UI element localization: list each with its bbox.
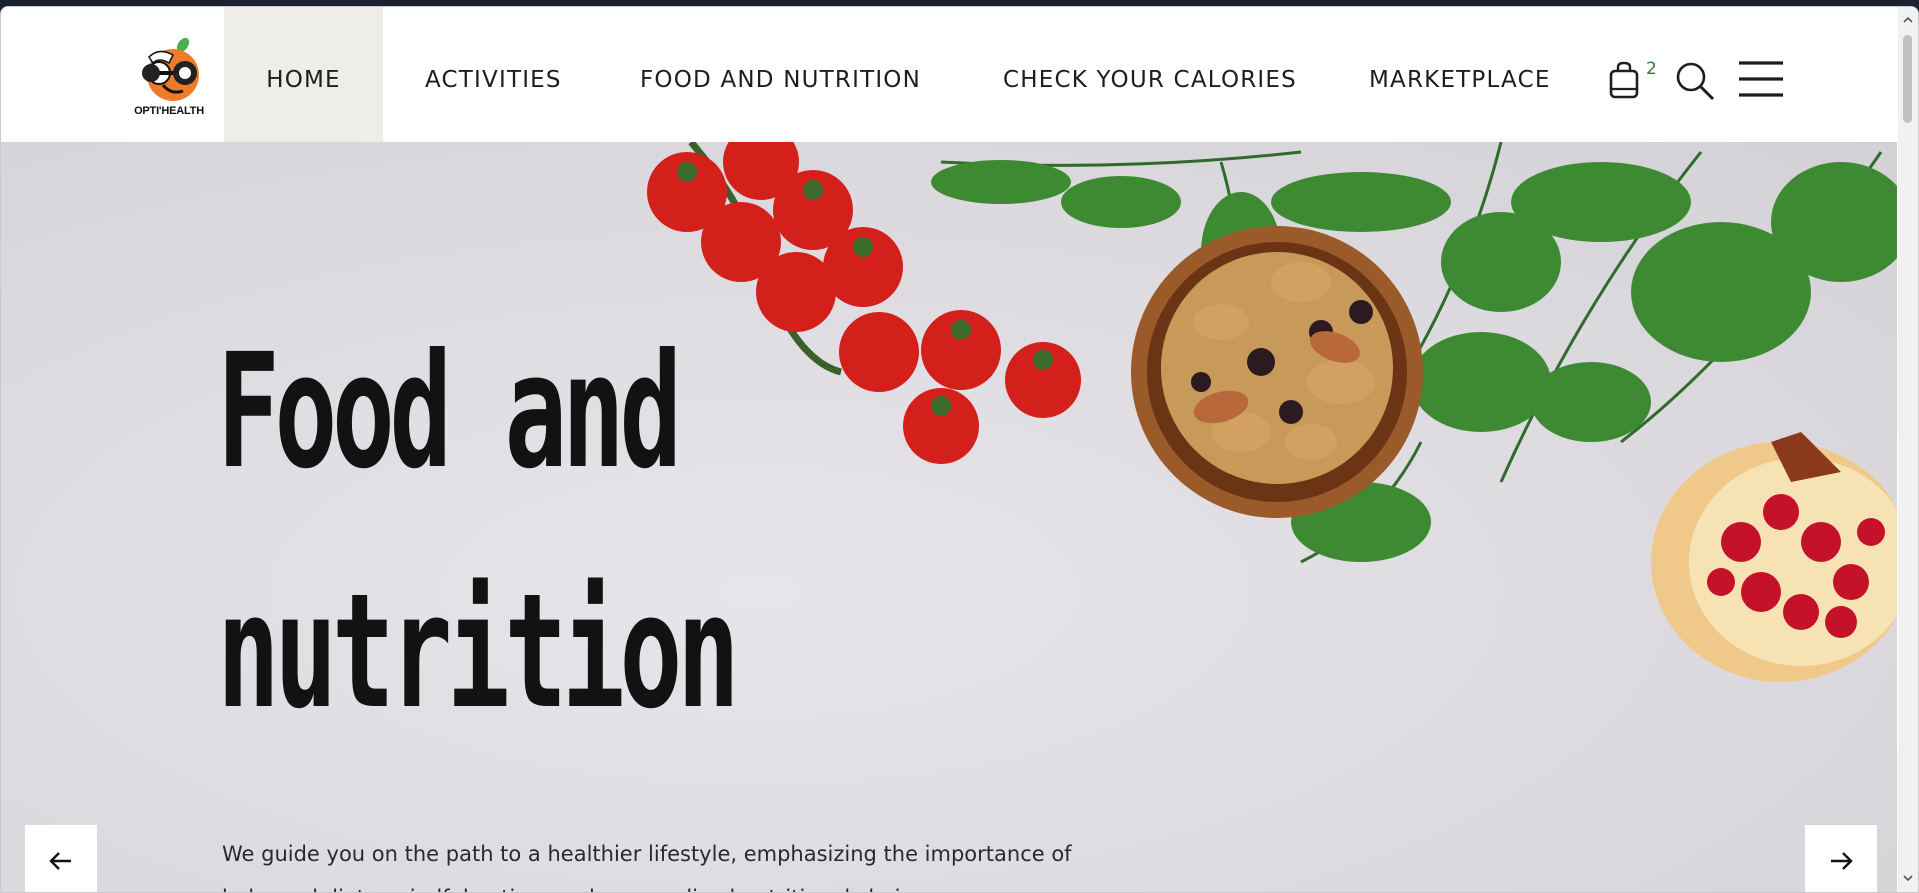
hero-title-line-1: Food and — [217, 320, 682, 504]
nav-item-activities[interactable]: ACTIVITIES — [425, 7, 562, 142]
carousel-next-button[interactable] — [1805, 825, 1877, 892]
scroll-up-icon[interactable] — [1903, 15, 1913, 25]
hero-title: Food and nutrition — [217, 292, 740, 772]
logo-icon — [142, 37, 199, 101]
food-decoration-image — [647, 142, 1897, 682]
hero-carousel: Food and nutrition We guide you on the p… — [1, 142, 1897, 892]
hero-description: We guide you on the path to a healthier … — [222, 842, 1072, 892]
site-header: OPTI'HEALTH HOME ACTIVITIES FOOD AND NUT… — [1, 7, 1897, 142]
vertical-scrollbar[interactable] — [1898, 7, 1918, 892]
shopping-bag-icon[interactable] — [1609, 61, 1639, 99]
browser-window: OPTI'HEALTH HOME ACTIVITIES FOOD AND NUT… — [0, 6, 1919, 893]
nav-item-check-your-calories[interactable]: CHECK YOUR CALORIES — [1003, 7, 1297, 142]
arrow-right-icon — [1831, 852, 1853, 870]
site-logo[interactable]: OPTI'HEALTH — [129, 33, 209, 121]
nav-item-food-and-nutrition[interactable]: FOOD AND NUTRITION — [640, 7, 921, 142]
nav-item-home[interactable]: HOME — [224, 7, 383, 142]
carousel-prev-button[interactable] — [25, 825, 97, 892]
search-icon[interactable] — [1675, 61, 1715, 101]
logo-text: OPTI'HEALTH — [134, 105, 204, 117]
cart-count-badge: 2 — [1646, 59, 1657, 79]
hamburger-menu-icon[interactable] — [1739, 61, 1783, 97]
scrollbar-thumb[interactable] — [1903, 35, 1912, 123]
hero-title-line-2: nutrition — [217, 560, 740, 744]
arrow-left-icon — [49, 852, 71, 870]
nav-item-marketplace[interactable]: MARKETPLACE — [1369, 7, 1551, 142]
scroll-down-icon[interactable] — [1903, 873, 1913, 883]
